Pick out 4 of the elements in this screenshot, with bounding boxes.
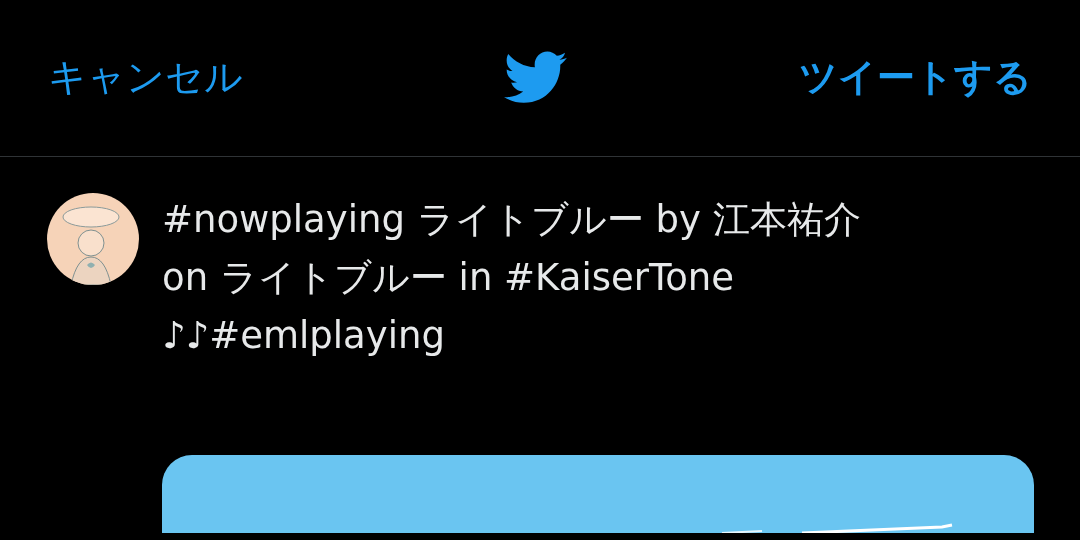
- tweet-button[interactable]: ツイートする: [799, 51, 1032, 103]
- tweet-text: #nowplaying ライトブルー by 江本祐介 on ライトブルー in #KaiserTone ♪♪#emlplaying: [162, 197, 862, 359]
- cancel-button[interactable]: キャンセル: [48, 51, 243, 103]
- bird-icon: [504, 51, 568, 105]
